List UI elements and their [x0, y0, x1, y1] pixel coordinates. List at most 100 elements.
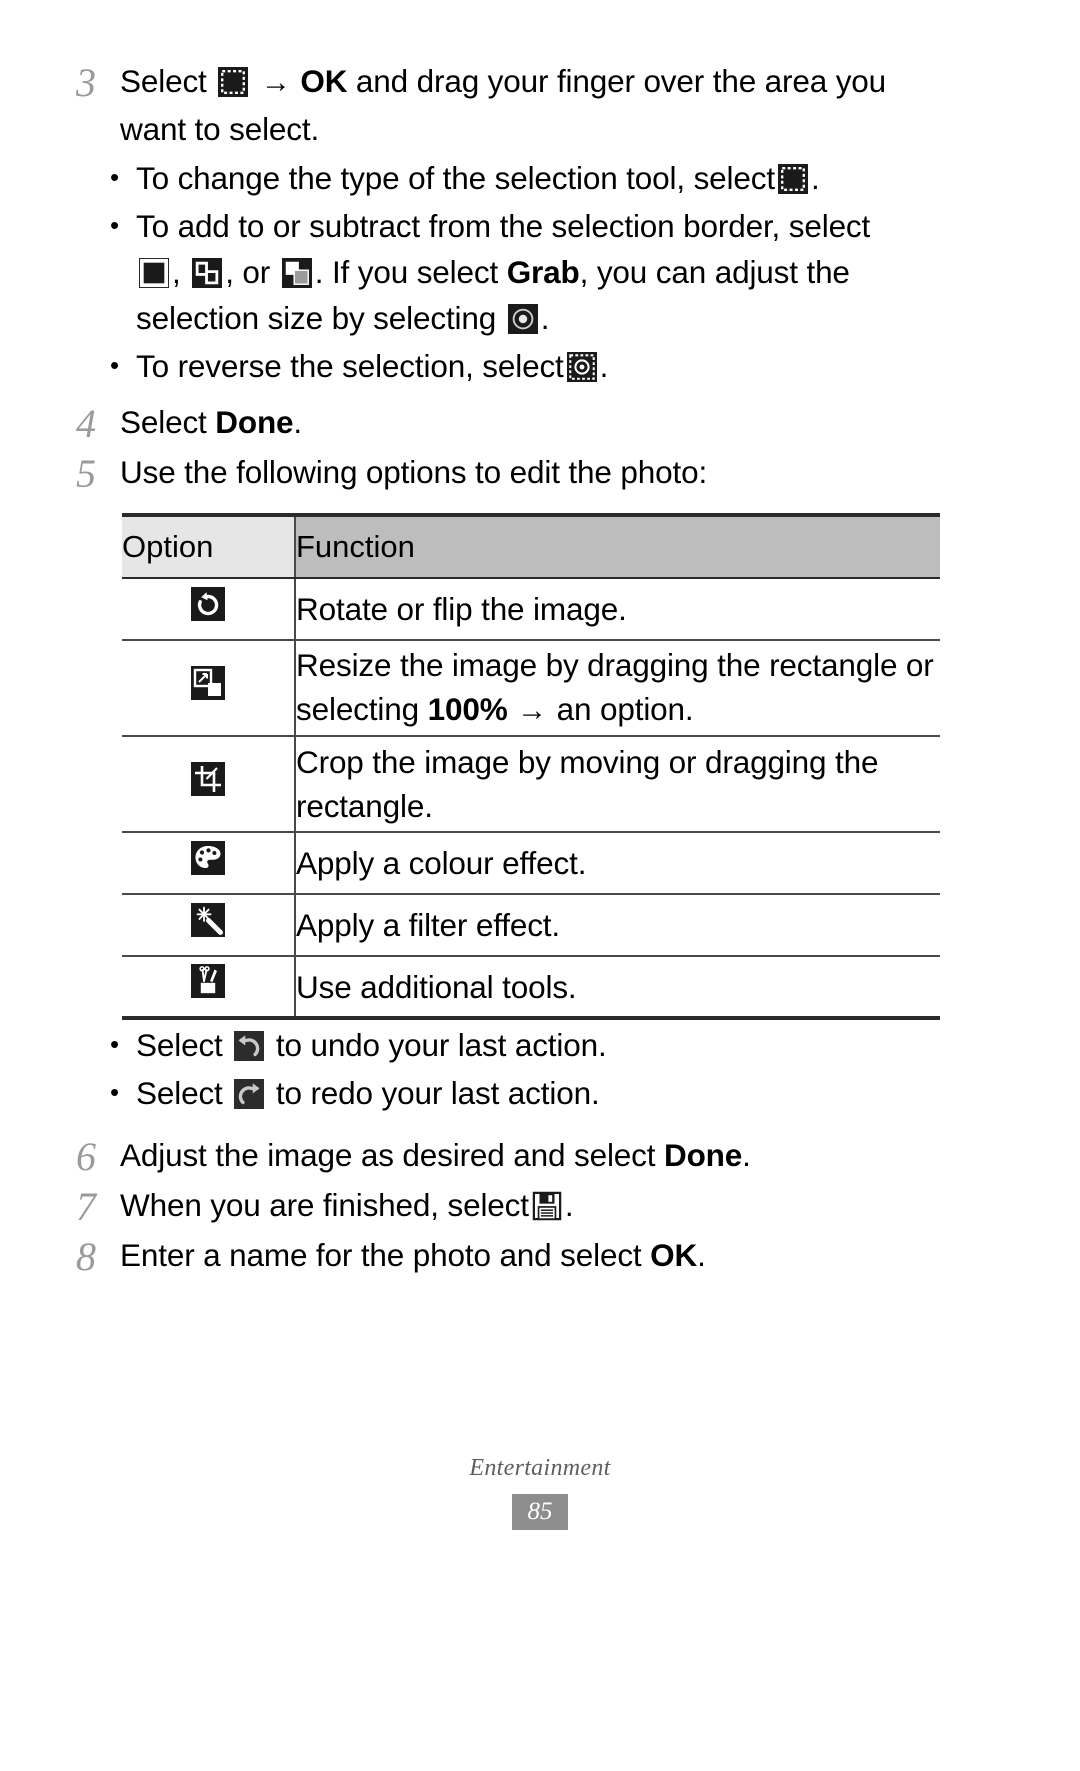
done-keyword: Done — [215, 404, 294, 440]
selection-tool-icon — [777, 164, 808, 194]
column-header-function: Function — [295, 513, 940, 579]
table-row: Rotate or flip the image. — [122, 578, 940, 641]
resize-text-2: an option. — [556, 691, 694, 727]
crop-icon — [191, 761, 225, 796]
step-text: Select Done. — [120, 399, 942, 446]
redo-lead: Select — [136, 1075, 223, 1111]
done-keyword: Done — [663, 1137, 743, 1173]
bullet-3-text: To reverse the selection, select — [136, 348, 564, 384]
ok-keyword: OK — [650, 1237, 698, 1273]
bullet-3-period: . — [599, 348, 609, 384]
step-6-lead: Adjust the image as desired and select — [120, 1137, 656, 1173]
bullet-change-selection-tool: To change the type of the selection tool… — [110, 154, 942, 201]
toolbox-icon — [191, 964, 225, 998]
undo-lead: Select — [136, 1027, 223, 1063]
page-footer: Entertainment 85 — [0, 1455, 1080, 1530]
icon-sep-2: , or — [225, 254, 271, 290]
step-6-period: . — [742, 1137, 751, 1173]
option-icon-cell — [122, 736, 296, 833]
colour-palette-icon — [191, 840, 225, 875]
bullet-2-mid: . If you select — [314, 254, 499, 290]
options-table: Option Function Rotate or flip the image… — [122, 513, 940, 1020]
step-8-period: . — [697, 1237, 706, 1273]
step-text: Enter a name for the photo and select OK… — [120, 1232, 942, 1279]
table-row: Apply a colour effect. — [122, 832, 940, 895]
step-text: Adjust the image as desired and select D… — [120, 1132, 942, 1179]
option-icon-cell — [122, 894, 296, 957]
function-cell: Apply a filter effect. — [295, 894, 940, 957]
table-row: Use additional tools. — [122, 956, 940, 1020]
step-8-lead: Enter a name for the photo and select — [120, 1237, 642, 1273]
step-text: When you are finished, select . — [120, 1182, 942, 1229]
undo-tail: to undo your last action. — [275, 1027, 607, 1063]
arrow-glyph: → — [517, 694, 548, 727]
step-4-period: . — [293, 404, 303, 440]
selection-add-icon — [192, 258, 223, 288]
step-number: 7 — [76, 1184, 96, 1229]
column-header-option: Option — [122, 513, 296, 579]
rotate-flip-icon — [191, 586, 225, 621]
option-icon-cell — [122, 640, 296, 737]
bullet-1-period: . — [810, 160, 820, 196]
ok-keyword: OK — [300, 63, 348, 99]
step-text: Use the following options to edit the ph… — [120, 454, 708, 490]
step-number: 5 — [76, 451, 96, 496]
step-6: 6 Adjust the image as desired and select… — [62, 1132, 942, 1182]
redo-icon — [234, 1079, 265, 1109]
step-3: 3 Select → OK and drag your finger over … — [62, 58, 942, 153]
step-7-lead: When you are finished, select — [120, 1187, 529, 1223]
grab-size-icon — [507, 304, 538, 334]
table-row: Resize the image by dragging the rectang… — [122, 640, 940, 737]
step-7: 7 When you are finished, select . — [62, 1182, 942, 1232]
table-body: Rotate or flip the image. Resize the ima… — [122, 578, 940, 1020]
step-3-lead: Select — [120, 63, 207, 99]
table-header: Option Function — [122, 513, 940, 579]
step-number: 4 — [76, 401, 96, 446]
redo-tail: to redo your last action. — [275, 1075, 600, 1111]
page-content: 3 Select → OK and drag your finger over … — [62, 58, 942, 1282]
bullet-undo: Select to undo your last action. — [110, 1021, 942, 1068]
step-4: 4 Select Done. — [62, 399, 942, 449]
undo-redo-bullet-list: Select to undo your last action. Select — [62, 1021, 942, 1116]
icon-sep-1: , — [172, 254, 181, 290]
step-8: 8 Enter a name for the photo and select … — [62, 1232, 942, 1282]
function-cell: Use additional tools. — [295, 956, 940, 1020]
step-5: 5 Use the following options to edit the … — [62, 449, 942, 499]
table-header-row: Option Function — [122, 513, 940, 579]
bullet-redo: Select to redo your last action. — [110, 1069, 942, 1116]
selection-subtract-icon — [281, 258, 312, 288]
grab-keyword: Grab — [506, 254, 580, 290]
magic-wand-filter-icon — [191, 902, 225, 937]
step-7-period: . — [564, 1187, 574, 1223]
function-cell: Rotate or flip the image. — [295, 578, 940, 641]
bullet-2-period: . — [540, 300, 550, 336]
bullet-add-subtract-selection: To add to or subtract from the selection… — [110, 202, 942, 341]
step-3-bullet-list: To change the type of the selection tool… — [62, 154, 942, 389]
undo-icon — [234, 1031, 265, 1061]
step-text: Select → OK and drag your finger over th… — [120, 58, 942, 153]
function-cell: Crop the image by moving or dragging the… — [295, 736, 940, 833]
option-icon-cell — [122, 578, 296, 641]
step-number: 3 — [76, 60, 96, 105]
page-number-badge: 85 — [512, 1494, 568, 1530]
save-floppy-icon — [532, 1191, 562, 1221]
option-icon-cell — [122, 832, 296, 895]
reverse-selection-icon — [566, 352, 597, 382]
step-number: 8 — [76, 1234, 96, 1279]
table-row: Apply a filter effect. — [122, 894, 940, 957]
hundred-percent-keyword: 100% — [427, 691, 508, 727]
manual-page: 3 Select → OK and drag your finger over … — [0, 0, 1080, 1771]
bullet-reverse-selection: To reverse the selection, select . — [110, 342, 942, 389]
function-cell: Apply a colour effect. — [295, 832, 940, 895]
footer-section-title: Entertainment — [469, 1455, 611, 1481]
step-number: 6 — [76, 1134, 96, 1179]
table-row: Crop the image by moving or dragging the… — [122, 736, 940, 833]
bullet-2-text: To add to or subtract from the selection… — [136, 208, 871, 244]
option-icon-cell — [122, 956, 296, 1020]
bullet-1-text: To change the type of the selection tool… — [136, 160, 775, 196]
resize-icon — [191, 665, 225, 700]
step-4-lead: Select — [120, 404, 207, 440]
function-cell: Resize the image by dragging the rectang… — [295, 640, 940, 737]
selection-tool-icon — [218, 67, 249, 97]
arrow-glyph: → — [260, 66, 291, 99]
